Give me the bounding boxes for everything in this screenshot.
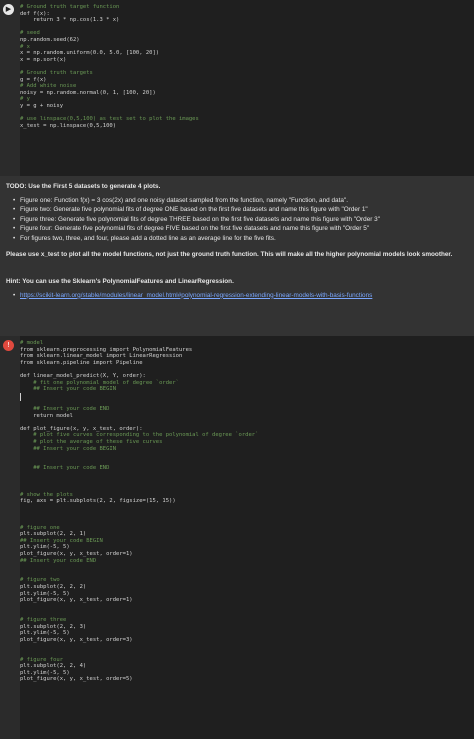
code-line[interactable]: plt.subplot(2, 2, 4) — [20, 663, 474, 670]
code-line[interactable]: x = np.sort(x) — [20, 57, 474, 64]
markdown-cell: TODO: Use the First 5 datasets to genera… — [0, 176, 474, 336]
code-line[interactable]: from sklearn.preprocessing import Polyno… — [20, 347, 474, 354]
code-line[interactable] — [20, 650, 474, 657]
code-line[interactable]: # Ground truth targets — [20, 70, 474, 77]
code-line[interactable]: x_test = np.linspace(0,5,100) — [20, 123, 474, 130]
code-line[interactable] — [20, 571, 474, 578]
code-line[interactable]: # plot five curves corresponding to the … — [20, 432, 474, 439]
code-line[interactable]: ## Insert your code END — [20, 465, 474, 472]
code-line[interactable] — [20, 511, 474, 518]
code-line[interactable]: # show the plots — [20, 492, 474, 499]
code-line[interactable]: from sklearn.linear_model import LinearR… — [20, 353, 474, 360]
code-line[interactable]: # Add white noise — [20, 83, 474, 90]
todo-item: Figure three: Generate five polynomial f… — [13, 215, 474, 225]
code-line[interactable]: # figure one — [20, 525, 474, 532]
code-line[interactable]: plt.ylim(-5, 5) — [20, 544, 474, 551]
todo-item: Figure four: Generate five polynomial fi… — [13, 224, 474, 234]
code-line[interactable] — [20, 393, 474, 400]
code-line[interactable]: # figure two — [20, 577, 474, 584]
code-line[interactable] — [20, 604, 474, 611]
code-line[interactable] — [20, 419, 474, 426]
code-line[interactable]: plt.ylim(-5, 5) — [20, 630, 474, 637]
code-line[interactable]: # Ground truth target function — [20, 4, 474, 11]
code-line[interactable]: # plot the average of these five curves — [20, 439, 474, 446]
code-line[interactable]: noisy = np.random.normal(0, 1, [100, 20]… — [20, 90, 474, 97]
code-line[interactable]: # model — [20, 340, 474, 347]
code-line[interactable] — [20, 564, 474, 571]
note-text: Please use x_test to plot all the model … — [6, 250, 453, 258]
code-line[interactable] — [20, 24, 474, 31]
todo-item: Figure one: Function f(x) = 3 cos(2x) an… — [13, 196, 474, 206]
code-line[interactable]: # use linspace(0,5,100) as test set to p… — [20, 116, 474, 123]
code-line[interactable]: # y — [20, 96, 474, 103]
code-line[interactable] — [20, 399, 474, 406]
play-icon: ▶ — [5, 5, 12, 13]
code-line[interactable]: plt.subplot(2, 2, 2) — [20, 584, 474, 591]
code-line[interactable]: plt.ylim(-5, 5) — [20, 670, 474, 677]
link-item: https://scikit-learn.org/stable/modules/… — [13, 291, 474, 301]
code-line[interactable]: y = g + noisy — [20, 103, 474, 110]
code-line[interactable]: # fit one polynomial model of degree `or… — [20, 380, 474, 387]
code-line[interactable] — [20, 63, 474, 70]
code-line[interactable] — [20, 110, 474, 117]
code-line[interactable]: plot_figure(x, y, x_test, order=1) — [20, 597, 474, 604]
code-line[interactable]: plot_figure(x, y, x_test, order=5) — [20, 676, 474, 683]
todo-item: Figure two: Generate five polynomial fit… — [13, 205, 474, 215]
run-cell-error-button[interactable]: ! — [3, 340, 14, 351]
code-line[interactable] — [20, 478, 474, 485]
code-line[interactable]: plot_figure(x, y, x_test, order=3) — [20, 637, 474, 644]
code-line[interactable] — [20, 518, 474, 525]
error-icon: ! — [7, 341, 10, 349]
code-line[interactable] — [20, 366, 474, 373]
code-line[interactable] — [20, 610, 474, 617]
code-line[interactable]: def plot_figure(x, y, x_test, order): — [20, 426, 474, 433]
code-line[interactable]: def linear_model_predict(X, Y, order): — [20, 373, 474, 380]
code-line[interactable] — [20, 505, 474, 512]
code-line[interactable]: from sklearn.pipeline import Pipeline — [20, 360, 474, 367]
code-line[interactable]: plt.ylim(-5, 5) — [20, 591, 474, 598]
code-cell-2[interactable]: # model from sklearn.preprocessing import… — [20, 336, 474, 739]
todo-title: TODO: Use the First 5 datasets to genera… — [6, 183, 161, 190]
code-line[interactable]: def f(x): — [20, 11, 474, 18]
code-line[interactable]: ## Insert your code BEGIN — [20, 446, 474, 453]
code-line[interactable] — [20, 643, 474, 650]
code-line[interactable] — [20, 485, 474, 492]
code-line[interactable]: fig, axs = plt.subplots(2, 2, figsize=(1… — [20, 498, 474, 505]
code-line[interactable]: ## Insert your code BEGIN — [20, 538, 474, 545]
todo-item: For figures two, three, and four, please… — [13, 234, 474, 244]
code-line[interactable]: return 3 * np.cos(1.3 * x) — [20, 17, 474, 24]
code-line[interactable]: plot_figure(x, y, x_test, order=1) — [20, 551, 474, 558]
code-line[interactable]: g = f(x) — [20, 77, 474, 84]
code-line[interactable]: ## Insert your code BEGIN — [20, 386, 474, 393]
code-line[interactable]: # figure four — [20, 657, 474, 664]
code-line[interactable] — [20, 459, 474, 466]
code-line[interactable]: # seed — [20, 30, 474, 37]
code-cell-1[interactable]: # Ground truth target function def f(x): … — [20, 0, 474, 178]
code-line[interactable]: np.random.seed(62) — [20, 37, 474, 44]
code-line[interactable]: plt.subplot(2, 2, 3) — [20, 624, 474, 631]
code-line[interactable]: # figure three — [20, 617, 474, 624]
code-line[interactable]: return model — [20, 413, 474, 420]
code-line[interactable]: ## Insert your code END — [20, 406, 474, 413]
sklearn-docs-link[interactable]: https://scikit-learn.org/stable/modules/… — [20, 292, 372, 299]
code-line[interactable] — [20, 452, 474, 459]
link-list: https://scikit-learn.org/stable/modules/… — [0, 291, 474, 301]
code-line[interactable]: plt.subplot(2, 2, 1) — [20, 531, 474, 538]
code-line[interactable] — [20, 472, 474, 479]
todo-list: Figure one: Function f(x) = 3 cos(2x) an… — [0, 196, 474, 244]
hint-text: Hint: You can use the Sklearn's Polynomi… — [6, 278, 234, 286]
code-line[interactable]: ## Insert your code END — [20, 558, 474, 565]
code-line[interactable]: # x — [20, 44, 474, 51]
run-cell-button[interactable]: ▶ — [3, 4, 14, 15]
code-line[interactable]: x = np.random.uniform(0.0, 5.0, [100, 20… — [20, 50, 474, 57]
